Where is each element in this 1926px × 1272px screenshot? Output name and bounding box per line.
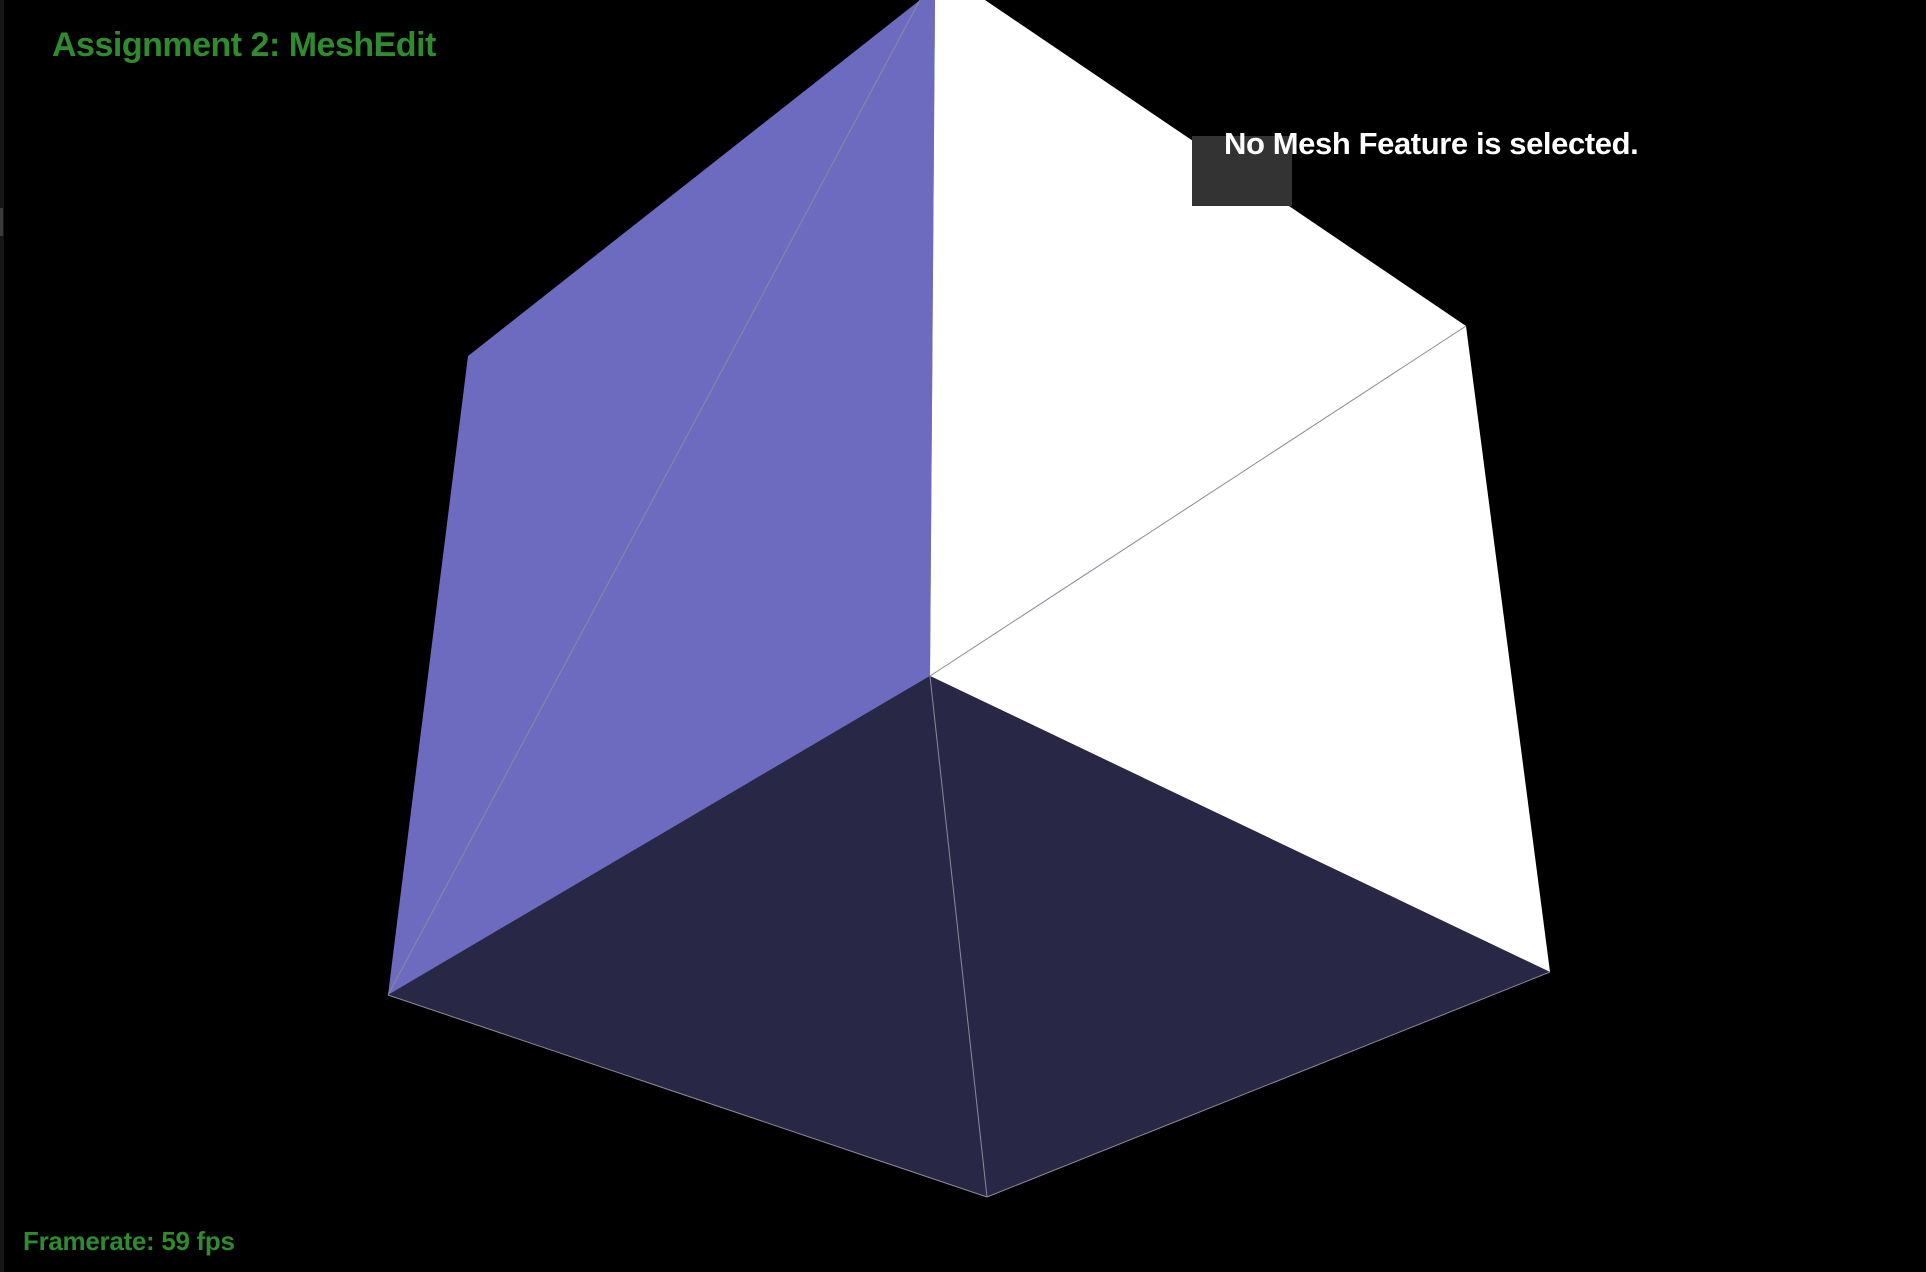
selection-info-panel: No Mesh Feature is selected. xyxy=(1192,126,1654,206)
selection-info-text: No Mesh Feature is selected. xyxy=(1224,126,1639,161)
app-title: Assignment 2: MeshEdit xyxy=(52,26,436,64)
framerate-readout: Framerate: 59 fps xyxy=(23,1226,235,1256)
